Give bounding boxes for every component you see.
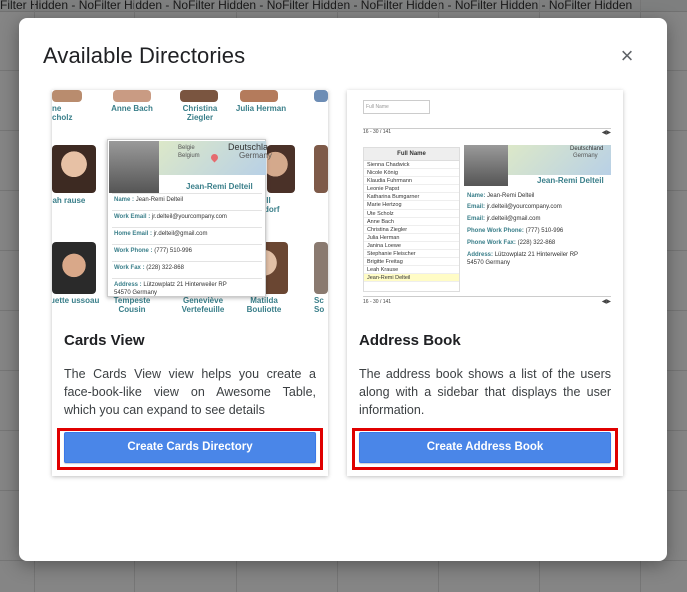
- search-input: Full Name: [363, 100, 430, 114]
- list-item: Leonie Papst: [364, 185, 459, 194]
- popup-line: Address : Lützowplatz 21 Hinterweiler RP: [114, 282, 227, 288]
- avatar: [52, 145, 96, 193]
- detail-line: 54570 Germany: [467, 260, 511, 266]
- divider: [112, 193, 262, 194]
- profile-photo: [464, 145, 508, 186]
- divider: [112, 244, 262, 245]
- list-item: Julia Herman: [364, 234, 459, 242]
- popup-line: 54570 Germany: [114, 290, 158, 296]
- tile-name: Sc So: [314, 296, 325, 313]
- profile-photo: [109, 141, 159, 193]
- divider: [112, 278, 262, 279]
- popup-line: Work Email : jr.delteil@yourcompany.com: [114, 214, 227, 220]
- list-item: Klaudia Fuhrmann: [364, 177, 459, 186]
- map-label: Deutschland: [570, 146, 604, 152]
- list-item: Nicole König: [364, 169, 459, 178]
- available-directories-dialog: Available Directories × ne cholz Anne Bac…: [19, 18, 667, 561]
- avatar: [314, 90, 328, 102]
- user-list: Full Name Sienna Chadwick Nicole König K…: [363, 147, 460, 292]
- map-label: Germany: [573, 153, 598, 159]
- list-item: Marie Hertzog: [364, 201, 459, 210]
- close-icon[interactable]: ×: [617, 45, 637, 67]
- pager-arrows-icon: ◀▶: [601, 299, 611, 305]
- list-item: Katharina Bumgarner: [364, 193, 459, 202]
- avatar: [180, 90, 218, 102]
- pager: 16 - 30 / 141 ◀▶: [363, 128, 611, 136]
- pager-bottom: 16 - 30 / 141 ◀▶: [363, 296, 611, 305]
- map-label: Belgium: [178, 153, 200, 159]
- profile-name: Jean-Remi Delteil: [537, 176, 604, 185]
- list-item-selected: Jean-Remi Delteil: [364, 274, 459, 283]
- list-item: Brigitte Freitag: [364, 258, 459, 267]
- cards-view-card: ne cholz Anne Bach Christina Ziegler Juli…: [52, 90, 328, 476]
- tile-name: Julia Herman: [235, 104, 287, 113]
- profile-name: Jean-Remi Delteil: [186, 182, 253, 191]
- card-description: The address book shows a list of the use…: [359, 367, 611, 417]
- tile-name: ne cholz: [52, 104, 73, 122]
- tile-name: uette ussoau: [52, 296, 100, 305]
- detail-line: Phone Work Phone: (777) 510-996: [467, 228, 564, 234]
- list-item: Christina Ziegler: [364, 226, 459, 234]
- tile-name: Matilda Bouliotte: [246, 296, 282, 313]
- divider: [112, 261, 262, 262]
- detail-line: Phone Work Fax: (228) 322-868: [467, 240, 556, 246]
- avatar: [314, 145, 328, 193]
- popup-line: Name : Jean-Remi Delteil: [114, 197, 184, 203]
- list-item: Sienna Chadwick: [364, 161, 459, 170]
- tile-name: Tempeste Cousin: [113, 296, 151, 313]
- popup-line: Home Email : jr.delteil@gmail.com: [114, 231, 208, 237]
- create-cards-directory-button[interactable]: Create Cards Directory: [64, 432, 316, 463]
- create-address-book-button[interactable]: Create Address Book: [359, 432, 611, 463]
- avatar: [113, 90, 151, 102]
- tile-name: Christina Ziegler: [182, 104, 218, 122]
- list-item: Anne Bach: [364, 218, 459, 226]
- list-header: Full Name: [364, 148, 459, 161]
- list-item: Stephanie Fleischer: [364, 250, 459, 259]
- card-title: Address Book: [359, 332, 461, 349]
- map-label: Germany: [239, 151, 272, 160]
- address-book-card: Full Name 16 - 30 / 141 ◀▶ Full Name Sien…: [347, 90, 623, 476]
- tile-name: eah rause: [52, 196, 86, 205]
- list-item: Janina Loewe: [364, 242, 459, 251]
- profile-popup: Deutschla Germany Belgie Belgium Jean-Re…: [107, 139, 272, 297]
- avatar: [314, 242, 328, 294]
- detail-line: Name: Jean-Remi Delteil: [467, 193, 535, 199]
- popup-line: Work Phone : (777) 510-996: [114, 248, 192, 254]
- list-item: Ute Scholz: [364, 210, 459, 218]
- cards-view-preview: ne cholz Anne Bach Christina Ziegler Juli…: [52, 90, 328, 313]
- tile-name: Anne Bach: [111, 104, 153, 113]
- divider: [112, 210, 262, 211]
- address-book-preview: Full Name 16 - 30 / 141 ◀▶ Full Name Sien…: [347, 90, 623, 313]
- avatar: [52, 242, 96, 294]
- detail-line: Address: Lützowplatz 21 Hinterweiler RP: [467, 252, 579, 258]
- tile-name: ill dorf: [264, 196, 280, 214]
- card-title: Cards View: [64, 332, 145, 349]
- detail-line: Email: jr.delteil@gmail.com: [467, 216, 541, 222]
- avatar: [240, 90, 278, 102]
- detail-line: Email: jr.delteil@yourcompany.com: [467, 204, 562, 210]
- avatar: [52, 90, 82, 102]
- popup-line: Work Fax : (228) 322-868: [114, 265, 184, 271]
- card-description: The Cards View view helps you create a f…: [64, 367, 316, 417]
- tile-name: Geneviève Vertefeuille: [181, 296, 225, 313]
- pager-arrows-icon: ◀▶: [601, 130, 611, 136]
- map-label: Belgie: [178, 145, 195, 151]
- divider: [112, 227, 262, 228]
- dialog-title: Available Directories: [43, 43, 246, 68]
- list-item: Leah Krause: [364, 266, 459, 275]
